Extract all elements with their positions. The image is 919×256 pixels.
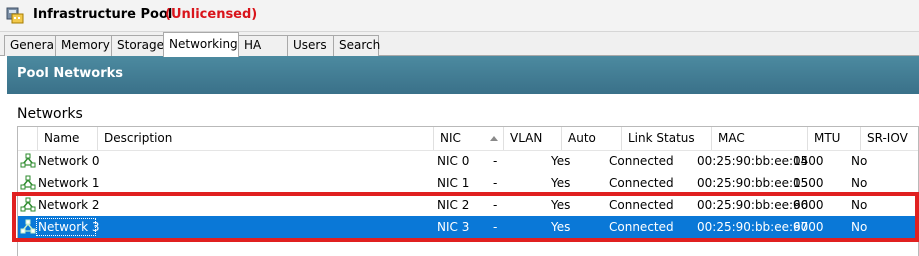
cell-sr-iov: No bbox=[851, 176, 868, 190]
header-sr-iov[interactable]: SR-IOV bbox=[861, 127, 918, 150]
cell-mtu: 9000 bbox=[793, 220, 824, 234]
cell-sr-iov: No bbox=[851, 154, 868, 168]
tab-storage[interactable]: Storage bbox=[111, 35, 164, 56]
cell-nic: NIC 3 bbox=[437, 220, 470, 234]
table-row[interactable]: Network 1 NIC 1 - Yes Connected 00:25:90… bbox=[18, 172, 918, 194]
tab-networking[interactable]: Networking bbox=[163, 32, 239, 57]
title-bar: Infrastructure Pool (Unlicensed) bbox=[0, 0, 919, 32]
header-auto[interactable]: Auto bbox=[562, 127, 622, 150]
cell-mtu: 1500 bbox=[793, 154, 824, 168]
cell-name: Network 0 bbox=[38, 154, 100, 168]
cell-auto: Yes bbox=[551, 176, 571, 190]
cell-auto: Yes bbox=[551, 220, 571, 234]
header-mac[interactable]: MAC bbox=[712, 127, 808, 150]
header-icon-column[interactable] bbox=[18, 127, 38, 150]
header-mtu[interactable]: MTU bbox=[808, 127, 861, 150]
cell-mac: 00:25:90:bb:ee:66 bbox=[697, 198, 809, 212]
cell-auto: Yes bbox=[551, 154, 571, 168]
cell-mtu: 9000 bbox=[793, 198, 824, 212]
network-icon bbox=[20, 197, 36, 212]
tab-general[interactable]: General bbox=[4, 35, 57, 56]
panel-title: Pool Networks bbox=[17, 66, 124, 81]
panel-banner: Pool Networks bbox=[7, 56, 919, 94]
cell-mac: 00:25:90:bb:ee:04 bbox=[697, 154, 809, 168]
header-name[interactable]: Name bbox=[38, 127, 98, 150]
cell-mac: 00:25:90:bb:ee:67 bbox=[697, 220, 809, 234]
cell-link-status: Connected bbox=[609, 220, 674, 234]
cell-name: Network 2 bbox=[38, 198, 100, 212]
cell-vlan: - bbox=[493, 154, 498, 168]
network-icon bbox=[20, 153, 36, 168]
table-row-selected[interactable]: Network 3 NIC 3 - Yes Connected 00:25:90… bbox=[18, 216, 918, 238]
table-row[interactable]: Network 2 NIC 2 - Yes Connected 00:25:90… bbox=[18, 194, 918, 216]
table-row[interactable]: Network 0 NIC 0 - Yes Connected 00:25:90… bbox=[18, 150, 918, 172]
network-icon bbox=[20, 175, 36, 190]
cell-name: Network 1 bbox=[38, 176, 100, 190]
license-status: (Unlicensed) bbox=[165, 7, 258, 22]
header-vlan[interactable]: VLAN bbox=[504, 127, 562, 150]
section-label: Networks bbox=[17, 106, 83, 122]
cell-sr-iov: No bbox=[851, 220, 868, 234]
cell-nic: NIC 2 bbox=[437, 198, 470, 212]
networks-table: Name Description NIC VLAN Auto Link Stat… bbox=[17, 126, 919, 256]
header-description[interactable]: Description bbox=[98, 127, 434, 150]
cell-nic: NIC 0 bbox=[437, 154, 470, 168]
pool-icon bbox=[6, 7, 24, 24]
cell-link-status: Connected bbox=[609, 176, 674, 190]
cell-vlan: - bbox=[493, 220, 498, 234]
cell-link-status: Connected bbox=[609, 154, 674, 168]
pool-title: Infrastructure Pool bbox=[33, 7, 173, 22]
cell-nic: NIC 1 bbox=[437, 176, 470, 190]
header-link-status[interactable]: Link Status bbox=[622, 127, 712, 150]
cell-link-status: Connected bbox=[609, 198, 674, 212]
cell-mac: 00:25:90:bb:ee:05 bbox=[697, 176, 809, 190]
tab-ha[interactable]: HA bbox=[238, 35, 288, 56]
sort-ascending-icon bbox=[490, 136, 498, 141]
network-icon bbox=[20, 219, 36, 234]
header-nic[interactable]: NIC bbox=[434, 127, 504, 150]
tab-users[interactable]: Users bbox=[287, 35, 334, 56]
cell-name: Network 3 bbox=[38, 220, 100, 234]
cell-vlan: - bbox=[493, 176, 498, 190]
tab-search[interactable]: Search bbox=[333, 35, 380, 56]
cell-mtu: 1500 bbox=[793, 176, 824, 190]
cell-sr-iov: No bbox=[851, 198, 868, 212]
tab-strip: General Memory Storage Networking HA Use… bbox=[0, 32, 919, 57]
cell-auto: Yes bbox=[551, 198, 571, 212]
cell-vlan: - bbox=[493, 198, 498, 212]
tab-memory[interactable]: Memory bbox=[55, 35, 112, 56]
